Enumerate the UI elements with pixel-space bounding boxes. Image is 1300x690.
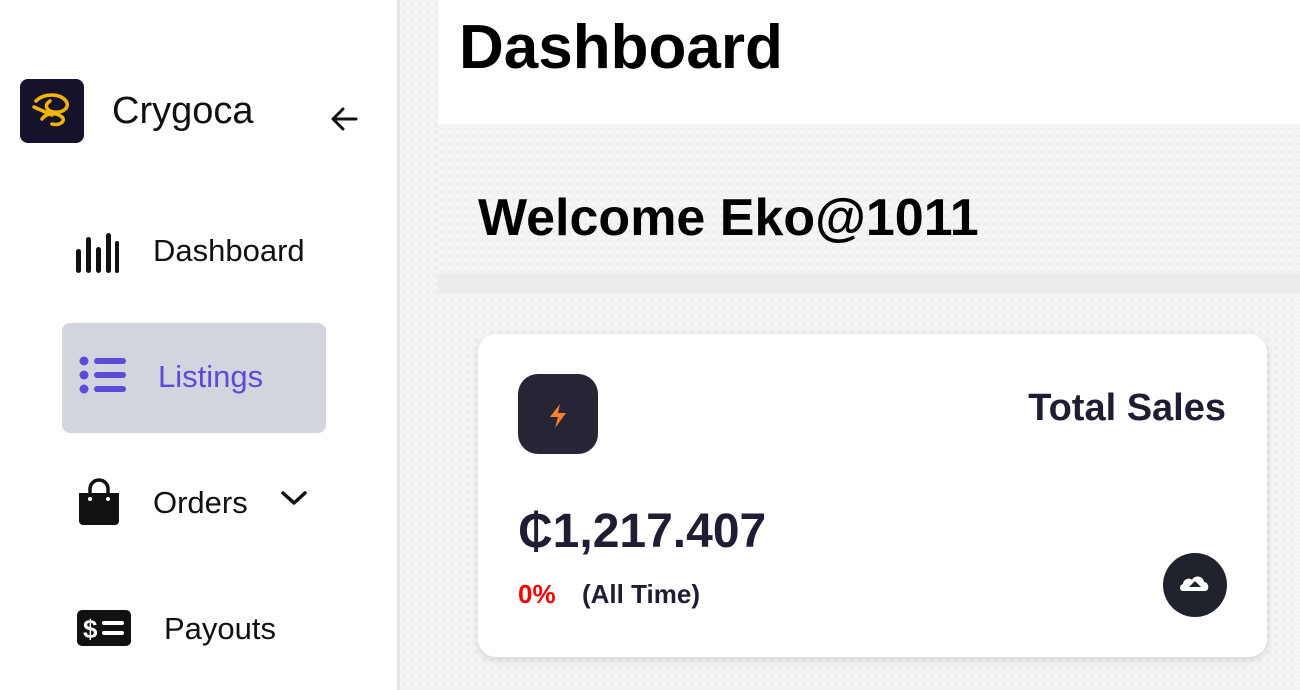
arrow-left-icon: [331, 107, 358, 131]
cloud-upload-icon: [1180, 576, 1209, 591]
collapse-sidebar-button[interactable]: [326, 101, 362, 137]
svg-text:$: $: [83, 614, 98, 644]
total-sales-card: Total Sales ₵1,217.407 0% (All Time): [478, 334, 1267, 657]
money-bill-icon: $: [77, 610, 131, 646]
stat-title: Total Sales: [1028, 387, 1226, 429]
stat-period: (All Time): [582, 579, 700, 609]
brand-name: Crygoca: [112, 90, 254, 132]
sidebar-item-label: Orders: [153, 485, 248, 520]
page-header: Dashboard: [438, 0, 1300, 124]
sidebar-item-label: Dashboard: [153, 233, 305, 268]
bar-chart-icon: [76, 233, 119, 273]
sidebar-item-listings[interactable]: Listings: [62, 323, 326, 433]
brand-logo[interactable]: [20, 79, 84, 143]
stat-change: 0%: [518, 579, 556, 609]
stat-icon-badge: [518, 374, 598, 454]
butterfly-logo-icon: [32, 93, 69, 127]
page-title: Dashboard: [459, 13, 783, 82]
section-divider: [438, 274, 1300, 294]
app-root: Crygoca Dashboard Listings Orders $ Payo…: [0, 0, 1300, 690]
welcome-section: Welcome Eko@1011: [438, 124, 1300, 274]
sidebar-item-label: Payouts: [164, 611, 277, 646]
sidebar-item-orders[interactable]: Orders: [62, 455, 326, 551]
lightning-bolt-icon: [550, 404, 566, 428]
sidebar-item-payouts[interactable]: $ Payouts: [62, 585, 326, 675]
stat-value: ₵1,217.407: [518, 505, 767, 558]
welcome-message: Welcome Eko@1011: [478, 189, 979, 247]
sidebar: Crygoca Dashboard Listings Orders $ Payo…: [0, 0, 397, 690]
chevron-down-icon[interactable]: [280, 489, 308, 507]
sidebar-item-label: Listings: [158, 359, 264, 394]
main-content: Dashboard Welcome Eko@1011 Total Sales ₵…: [400, 0, 1300, 690]
sidebar-item-dashboard[interactable]: Dashboard: [62, 205, 326, 295]
list-icon: [79, 356, 126, 394]
trend-button[interactable]: [1163, 553, 1227, 617]
shopping-bag-icon: [79, 478, 119, 525]
